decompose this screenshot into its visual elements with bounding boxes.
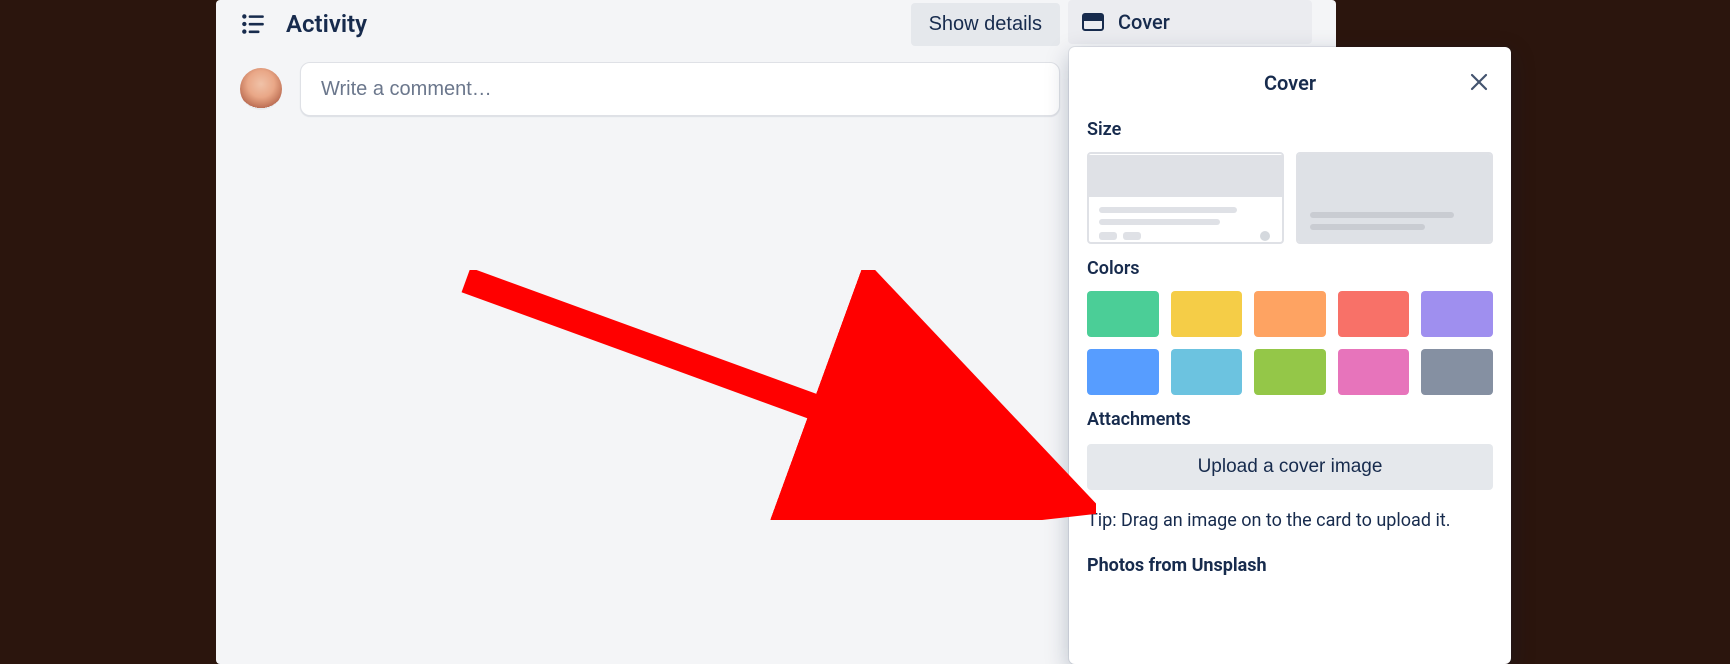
avatar[interactable] [240,68,282,110]
size-options [1087,152,1493,244]
upload-cover-button[interactable]: Upload a cover image [1087,444,1493,490]
cover-size-half[interactable] [1087,152,1284,244]
activity-title: Activity [286,10,367,38]
color-grid [1087,291,1493,395]
color-swatch-blue[interactable] [1087,349,1159,395]
color-swatch-sky[interactable] [1171,349,1243,395]
activity-left: Activity [240,10,367,38]
cover-button[interactable]: Cover [1068,0,1312,44]
cover-size-full[interactable] [1296,152,1493,244]
cover-size-half-preview-body [1089,197,1282,241]
color-swatch-lime[interactable] [1254,349,1326,395]
color-swatch-gray[interactable] [1421,349,1493,395]
cover-popover: Cover Size [1069,47,1511,664]
activity-header: Activity Show details [240,0,1060,48]
color-swatch-purple[interactable] [1421,291,1493,337]
cover-icon [1082,13,1104,31]
color-swatch-yellow[interactable] [1171,291,1243,337]
popover-title: Cover [1264,71,1316,95]
cover-size-half-preview-top [1089,155,1282,197]
photos-label: Photos from Unsplash [1087,555,1493,576]
color-swatch-orange[interactable] [1254,291,1326,337]
close-button[interactable] [1465,69,1493,97]
color-swatch-pink[interactable] [1338,349,1410,395]
attachments-label: Attachments [1087,409,1493,430]
comment-row [240,62,1060,116]
popover-header: Cover [1087,61,1493,105]
color-swatch-green[interactable] [1087,291,1159,337]
size-label: Size [1087,119,1493,140]
main-column: Activity Show details [240,0,1060,116]
activity-icon [240,11,266,37]
colors-label: Colors [1087,258,1493,279]
color-swatch-red[interactable] [1338,291,1410,337]
close-icon [1470,73,1488,94]
upload-tip: Tip: Drag an image on to the card to upl… [1087,508,1493,533]
cover-size-full-preview [1298,154,1491,242]
card-sidebar: Cover [1068,0,1312,44]
cover-button-label: Cover [1118,10,1170,34]
comment-input[interactable] [300,62,1060,116]
show-details-button[interactable]: Show details [911,3,1060,46]
